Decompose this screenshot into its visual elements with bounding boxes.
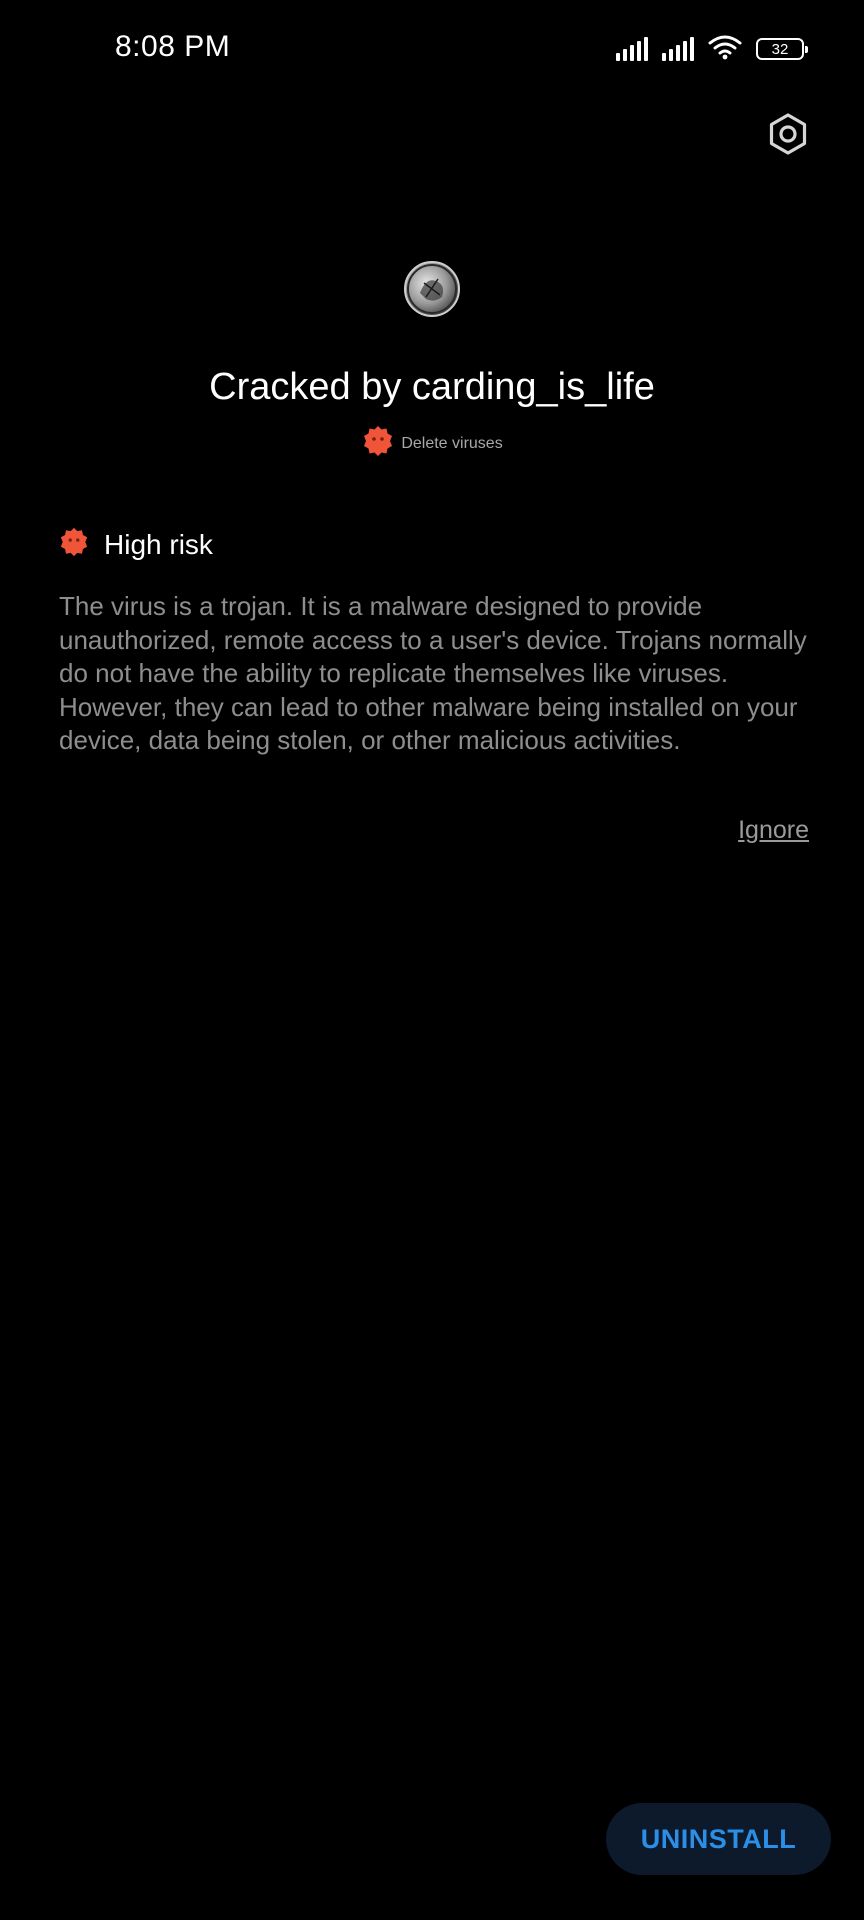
threat-tag: Delete viruses	[0, 424, 864, 463]
uninstall-button[interactable]: UNINSTALL	[606, 1803, 831, 1875]
settings-button[interactable]	[762, 110, 814, 162]
app-title: Cracked by carding_is_life	[209, 366, 655, 408]
ignore-link[interactable]: Ignore	[738, 816, 809, 845]
threat-tag-label: Delete viruses	[401, 434, 503, 452]
battery-icon: 32	[756, 38, 808, 60]
risk-header: High risk	[58, 526, 213, 563]
risk-description: The virus is a trojan. It is a malware d…	[59, 591, 807, 756]
battery-level: 32	[771, 40, 789, 58]
status-time: 8:08 PM	[115, 30, 231, 63]
wifi-icon	[708, 34, 742, 65]
app-icon	[404, 261, 460, 317]
risk-level-label: High risk	[104, 528, 213, 560]
status-icons: 32	[616, 34, 808, 65]
signal-icon	[616, 37, 648, 61]
signal-icon	[662, 37, 694, 61]
status-bar: 8:08 PM 32	[0, 0, 864, 100]
gear-icon	[766, 112, 810, 161]
virus-icon	[58, 526, 90, 563]
virus-icon	[361, 424, 395, 463]
